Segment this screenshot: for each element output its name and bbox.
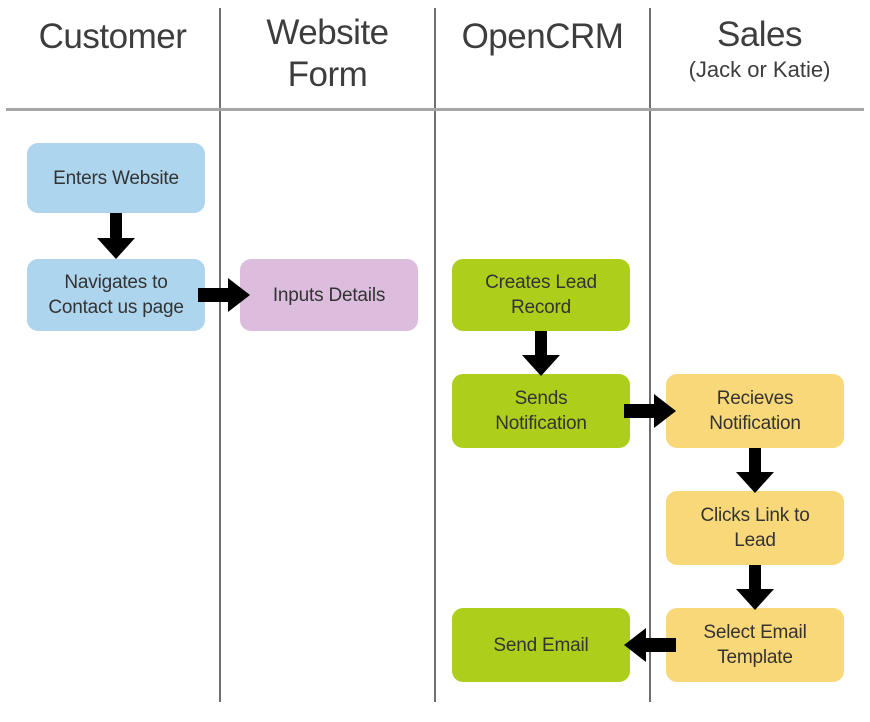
node-inputs-details[interactable]: Inputs Details [240,259,418,331]
lane-title-customer-text: Customer [38,17,187,56]
lane-divider-website-opencrm [434,8,436,702]
node-send-email-label: Send Email [493,634,589,656]
arrow-right-icon-sends-to-recieves [624,394,676,428]
node-clicks-link-to-lead[interactable]: Clicks Link to Lead [666,491,844,565]
node-sends-notification[interactable]: Sends Notification [452,374,630,448]
node-inputs-details-label: Inputs Details [272,284,386,306]
lane-title-customer: Customer [6,16,219,58]
node-enters-website[interactable]: Enters Website [27,143,205,213]
arrow-down-icon-creates-to-sends [522,331,560,376]
lane-title-website-form-line2: Form [287,55,368,94]
node-navigates-contact-us-label: Navigates to Contact us page [48,272,184,318]
arrow-right-icon-navigates-to-inputs [198,278,250,312]
lane-title-opencrm: OpenCRM [436,16,649,58]
lane-title-website-form: Website Form [221,12,434,96]
node-select-email-template-label: Select Email Template [703,622,807,668]
node-sends-notification-label: Sends Notification [495,388,587,434]
node-send-email[interactable]: Send Email [452,608,630,682]
lane-title-sales-text: Sales [716,15,803,54]
node-enters-website-label: Enters Website [53,167,179,189]
lane-title-opencrm-text: OpenCRM [461,17,624,56]
node-creates-lead-record[interactable]: Creates Lead Record [452,259,630,331]
swimlane-diagram: Customer Website Form OpenCRM Sales (Jac… [0,0,870,722]
arrow-left-icon-select-to-send-email [624,628,676,662]
arrow-down-icon-clicks-to-select [736,565,774,610]
lane-header-rule [6,108,864,111]
node-creates-lead-record-label: Creates Lead Record [485,272,597,318]
node-select-email-template[interactable]: Select Email Template [666,608,844,682]
lane-title-website-form-line1: Website [266,13,389,52]
lane-divider-customer-website [219,8,221,702]
arrow-down-icon-recieves-to-clicks [736,448,774,493]
lane-title-sales: Sales (Jack or Katie) [651,14,868,84]
node-recieves-notification-label: Recieves Notification [709,388,801,434]
arrow-down-icon-enters-to-navigates [97,213,135,259]
node-recieves-notification[interactable]: Recieves Notification [666,374,844,448]
node-clicks-link-to-lead-label: Clicks Link to Lead [700,505,810,551]
lane-divider-opencrm-sales [649,8,651,702]
lane-title-sales-subtitle: (Jack or Katie) [688,57,831,82]
node-navigates-contact-us[interactable]: Navigates to Contact us page [27,259,205,331]
